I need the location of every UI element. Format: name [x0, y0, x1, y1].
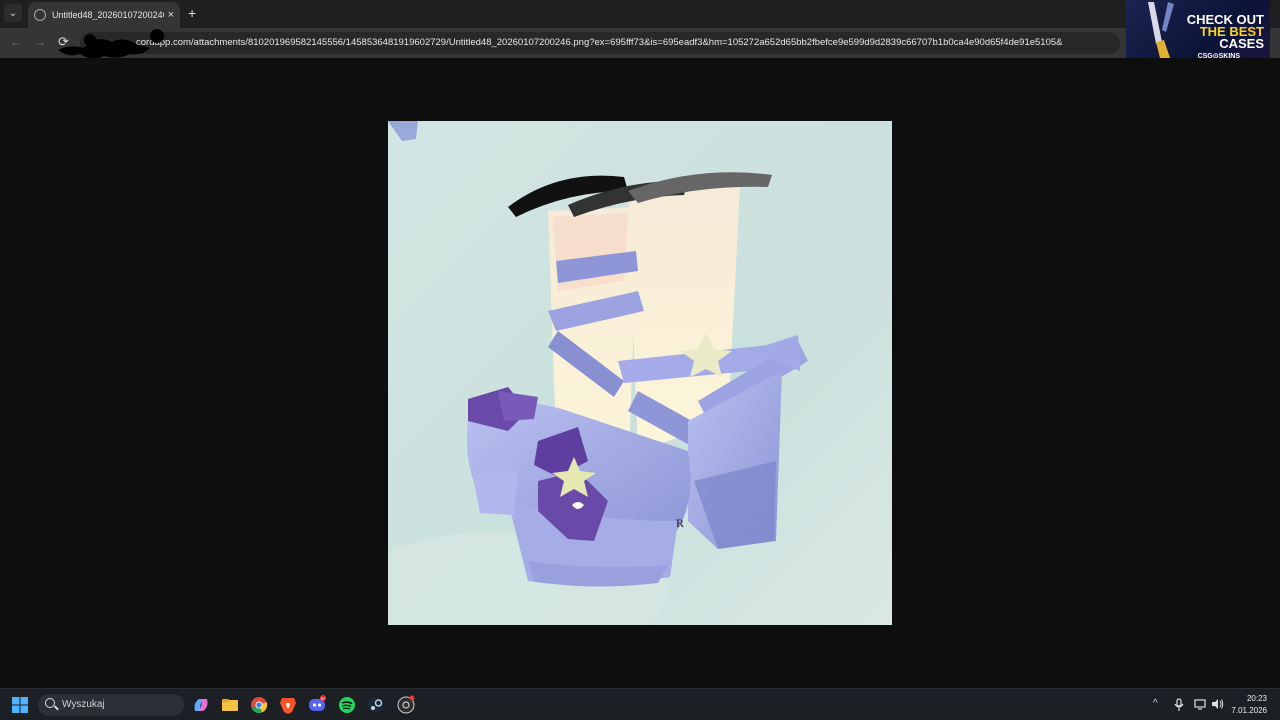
browser-toolbar: ← → ⟳ cordapp.com/attachments/8102019695… [0, 28, 1280, 59]
chevron-down-icon: ⌄ [8, 7, 18, 19]
search-icon [45, 698, 55, 708]
copilot-icon[interactable] [191, 695, 211, 715]
new-tab-button[interactable]: + [188, 5, 196, 21]
spotify-icon[interactable] [337, 695, 357, 715]
search-placeholder: Wyszukaj [62, 699, 105, 710]
brave-icon[interactable] [278, 695, 298, 715]
discord-icon[interactable]: 9+ [307, 695, 327, 715]
address-bar[interactable]: cordapp.com/attachments/8102019695821455… [80, 32, 1120, 54]
tray-overflow-chevron[interactable]: ^ [1153, 698, 1158, 709]
tab-title: Untitled48_20260107200246.png [52, 10, 164, 20]
tab-close-button[interactable]: × [168, 9, 174, 21]
windows-start-icon[interactable] [12, 697, 28, 713]
url-text: cordapp.com/attachments/8102019695821455… [136, 37, 1063, 48]
clock-time: 20:23 [1246, 694, 1267, 703]
chrome-icon[interactable] [249, 695, 269, 715]
ad-line-3: CASES [1219, 36, 1264, 51]
knife-icon [1148, 2, 1174, 58]
artwork-image[interactable]: R [388, 121, 892, 625]
obs-icon[interactable] [396, 695, 416, 715]
redaction-scribble [58, 29, 164, 59]
steam-icon[interactable] [366, 695, 386, 715]
taskbar: Wyszukaj 9+ ^ 20:23 7.01.2026 [0, 688, 1280, 720]
active-tab[interactable]: Untitled48_20260107200246.png × [28, 2, 180, 28]
discord-badge: 9+ [321, 696, 326, 701]
svg-text:R: R [676, 516, 684, 530]
tab-strip: ⌄ Untitled48_20260107200246.png × + [0, 0, 1280, 28]
network-icon[interactable] [1194, 698, 1206, 710]
taskbar-search[interactable]: Wyszukaj [38, 694, 184, 716]
ad-banner[interactable]: CHECK OUT THE BEST CASES CSG⊙SKINS [1126, 0, 1270, 62]
clock-date: 7.01.2026 [1231, 706, 1267, 715]
file-explorer-icon[interactable] [220, 695, 240, 715]
system-clock[interactable]: 20:23 7.01.2026 [1231, 693, 1267, 717]
volume-icon[interactable] [1211, 698, 1224, 710]
microphone-icon[interactable] [1174, 698, 1184, 712]
globe-icon [34, 9, 46, 21]
tab-search-button[interactable]: ⌄ [4, 4, 22, 22]
image-viewer: R [0, 58, 1280, 688]
